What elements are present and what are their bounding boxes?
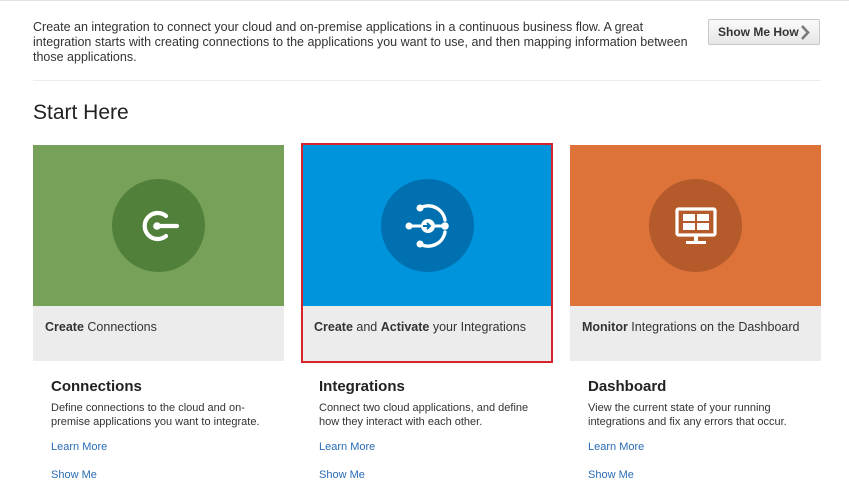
card-monitor-dashboard[interactable]: Monitor Integrations on the Dashboard — [570, 145, 821, 361]
icon-circle — [381, 179, 474, 272]
top-rule — [0, 0, 849, 1]
integration-hub-icon — [405, 203, 449, 248]
caption-text: Connections — [83, 320, 157, 334]
section-title: Connections — [51, 378, 142, 395]
show-me-link[interactable]: Show Me — [588, 469, 634, 481]
section-dashboard: Dashboard View the current state of your… — [588, 378, 813, 481]
caption-bold: Create — [314, 320, 353, 334]
section-connections: Connections Define connections to the cl… — [51, 378, 276, 481]
card-hero — [33, 145, 284, 306]
show-me-link[interactable]: Show Me — [51, 469, 97, 481]
chevron-right-icon — [801, 25, 810, 40]
caption-bold: Activate — [380, 320, 430, 334]
section-title: Integrations — [319, 378, 405, 395]
learn-more-link[interactable]: Learn More — [319, 441, 375, 453]
section-divider — [33, 80, 821, 81]
card-hero — [302, 145, 553, 306]
show-me-how-label: Show Me How — [718, 25, 799, 39]
section-description: Define connections to the cloud and on-p… — [51, 402, 260, 428]
show-me-how-button[interactable]: Show Me How — [708, 19, 820, 45]
caption-bold: Monitor — [582, 320, 628, 334]
start-here-heading: Start Here — [33, 101, 129, 124]
card-create-activate-integrations[interactable]: Create and Activate your Integrations — [302, 145, 553, 361]
section-description: Connect two cloud applications, and defi… — [319, 402, 529, 428]
card-hero — [570, 145, 821, 306]
learn-more-link[interactable]: Learn More — [588, 441, 644, 453]
icon-circle — [649, 179, 742, 272]
section-description: View the current state of your running i… — [588, 402, 787, 428]
section-integrations: Integrations Connect two cloud applicati… — [319, 378, 544, 481]
section-title: Dashboard — [588, 378, 667, 395]
card-caption: Create and Activate your Integrations — [302, 306, 553, 361]
learn-more-link[interactable]: Learn More — [51, 441, 107, 453]
show-me-link[interactable]: Show Me — [319, 469, 365, 481]
card-caption: Monitor Integrations on the Dashboard — [570, 306, 821, 361]
connection-plug-icon — [142, 210, 179, 241]
monitor-dashboard-icon — [674, 206, 717, 244]
caption-bold: Create — [45, 320, 84, 334]
intro-text: Create an integration to connect your cl… — [33, 20, 688, 64]
caption-text: and — [352, 320, 381, 334]
card-create-connections[interactable]: Create Connections — [33, 145, 284, 361]
card-caption: Create Connections — [33, 306, 284, 361]
caption-text: Integrations on the Dashboard — [627, 320, 800, 334]
caption-text: your Integrations — [429, 320, 526, 334]
icon-circle — [112, 179, 205, 272]
